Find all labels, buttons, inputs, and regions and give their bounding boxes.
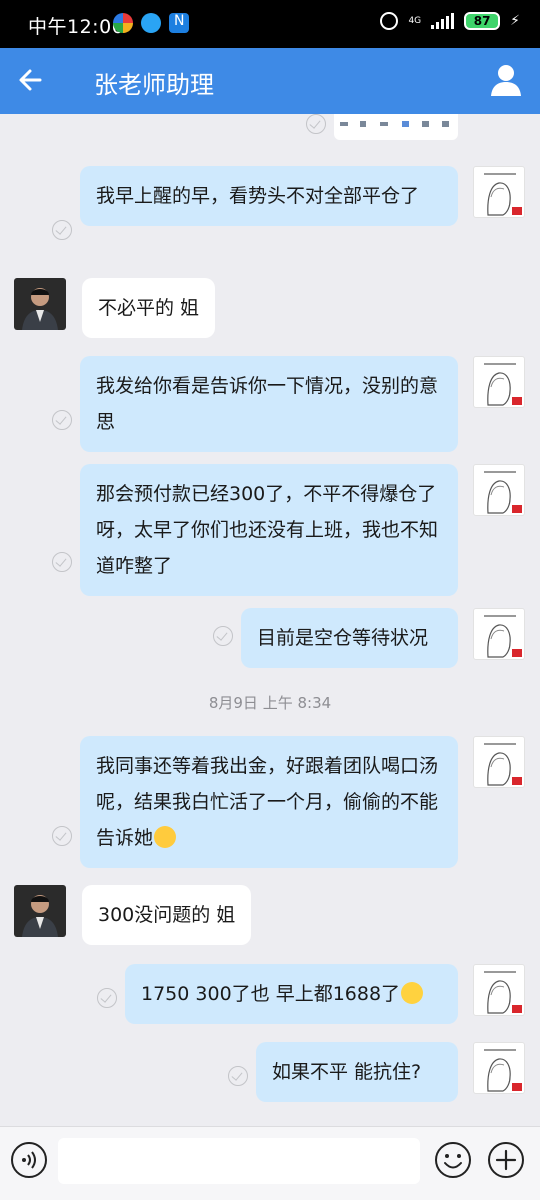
message-text: 1750 300了也 早上都1688了 <box>141 983 401 1005</box>
chat-message-list[interactable]: 我早上醒的早，看势头不对全部平仓了 不必平的 姐 我发给你看是告诉你一下情况，没… <box>0 114 540 1126</box>
read-check-icon <box>52 826 72 846</box>
status-indicators: 4G 87 ⚡ <box>380 12 520 30</box>
user-icon <box>491 65 521 96</box>
avatar-illustration-icon <box>484 363 522 406</box>
avatar-illustration-icon <box>484 743 522 786</box>
read-check-icon <box>52 410 72 430</box>
read-check-icon <box>97 988 117 1008</box>
my-avatar[interactable] <box>473 356 525 408</box>
plus-icon <box>488 1142 524 1178</box>
status-bar: 中午12:06 4G 87 ⚡ <box>0 0 540 48</box>
message-composer <box>0 1126 540 1200</box>
avatar-illustration-icon <box>484 471 522 514</box>
battery-icon: 87 <box>464 12 501 30</box>
message-bubble[interactable]: 1750 300了也 早上都1688了 <box>125 964 458 1024</box>
voice-input-button[interactable] <box>10 1141 48 1179</box>
message-bubble[interactable]: 不必平的 姐 <box>82 278 216 338</box>
avatar-illustration-icon <box>484 173 522 216</box>
signal-icon <box>431 13 455 29</box>
charging-icon: ⚡ <box>510 13 520 29</box>
avatar-illustration-icon <box>484 1049 522 1092</box>
message-bubble[interactable]: 300没问题的 姐 <box>82 885 252 945</box>
message-text: 我同事还等着我出金，好跟着团队喝口汤呢，结果我白忙活了一个月，偷偷的不能告诉她 <box>96 755 439 849</box>
contact-avatar[interactable] <box>14 885 66 937</box>
message-bubble[interactable]: 我发给你看是告诉你一下情况，没别的意思 <box>80 356 458 452</box>
emoji-button[interactable] <box>434 1141 472 1179</box>
screaming-face-emoji-icon <box>401 982 424 1004</box>
read-check-icon <box>52 552 72 572</box>
arrow-left-icon <box>19 69 42 91</box>
read-check-icon <box>228 1066 248 1086</box>
image-thumbnail-icon <box>340 121 449 127</box>
more-options-button[interactable] <box>487 1141 525 1179</box>
smiley-icon <box>435 1142 471 1178</box>
message-bubble[interactable]: 目前是空仓等待状况 <box>241 608 458 668</box>
read-check-icon <box>213 626 233 646</box>
alarm-icon <box>380 12 399 30</box>
date-separator: 8月9日 上午 8:34 <box>208 694 332 712</box>
my-avatar[interactable] <box>473 464 525 516</box>
image-message-partial[interactable] <box>334 114 458 140</box>
person-photo-icon <box>14 885 66 937</box>
message-bubble[interactable]: 如果不平 能抗住? <box>256 1042 458 1102</box>
sweat-smile-emoji-icon <box>154 826 177 848</box>
message-bubble[interactable]: 那会预付款已经300了，不平不得爆仓了呀，太早了你们也还没有上班，我也不知道咋整… <box>80 464 458 596</box>
contact-profile-button[interactable] <box>486 60 526 100</box>
message-bubble[interactable]: 我早上醒的早，看势头不对全部平仓了 <box>80 166 458 226</box>
chat-header: 张老师助理 <box>0 48 540 114</box>
app-notification-icon <box>113 13 133 33</box>
my-avatar[interactable] <box>473 166 525 218</box>
voice-wave-icon <box>11 1142 47 1178</box>
read-check-icon <box>306 114 326 134</box>
app-notification-icon <box>141 13 161 33</box>
my-avatar[interactable] <box>473 736 525 788</box>
chat-title: 张老师助理 <box>94 71 214 99</box>
read-check-icon <box>52 220 72 240</box>
person-photo-icon <box>14 278 66 330</box>
avatar-illustration-icon <box>484 971 522 1014</box>
app-notification-icon <box>169 13 189 33</box>
avatar-illustration-icon <box>484 615 522 658</box>
status-time: 中午12:06 <box>28 16 125 38</box>
message-input[interactable] <box>58 1138 420 1184</box>
my-avatar[interactable] <box>473 964 525 1016</box>
my-avatar[interactable] <box>473 1042 525 1094</box>
my-avatar[interactable] <box>473 608 525 660</box>
back-button[interactable] <box>10 58 54 102</box>
network-label: 4G <box>408 15 422 26</box>
notification-icons <box>113 13 189 33</box>
contact-avatar[interactable] <box>14 278 66 330</box>
message-bubble[interactable]: 我同事还等着我出金，好跟着团队喝口汤呢，结果我白忙活了一个月，偷偷的不能告诉她 <box>80 736 458 868</box>
